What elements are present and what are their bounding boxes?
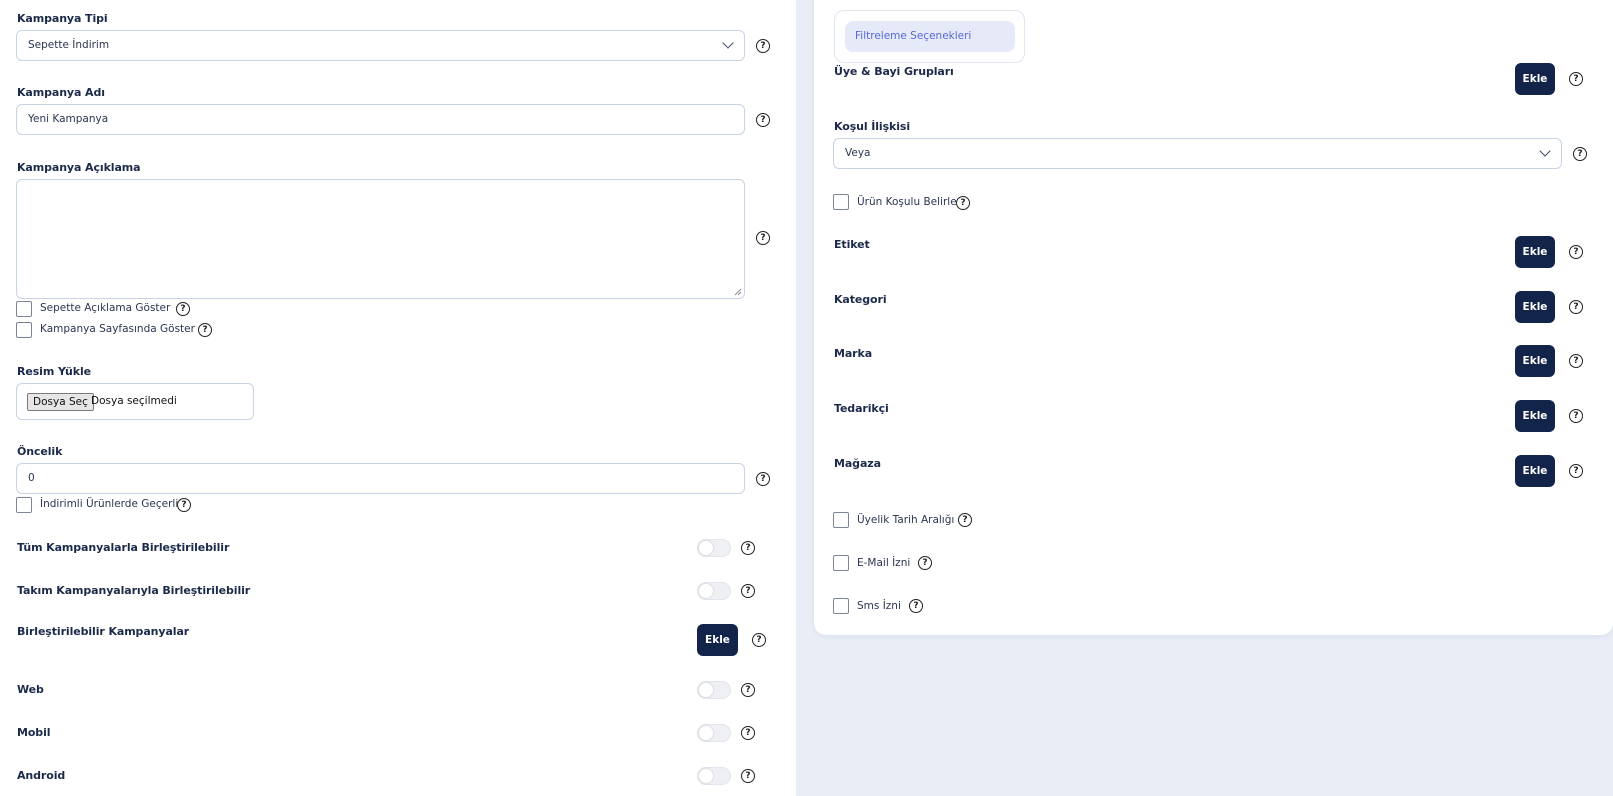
combinable-team-label: Takım Kampanyalarıyla Birleştirilebilir	[17, 584, 251, 597]
combinable-all-toggle[interactable]	[697, 539, 731, 557]
mobile-toggle[interactable]	[697, 724, 731, 742]
image-upload-label: Resim Yükle	[17, 365, 91, 378]
store-label: Mağaza	[834, 457, 881, 470]
combinable-team-toggle[interactable]	[697, 582, 731, 600]
add-tag-button[interactable]: Ekle	[1515, 236, 1555, 268]
tag-label: Etiket	[834, 238, 870, 251]
brand-label: Marka	[834, 347, 873, 360]
help-icon[interactable]: ?	[909, 599, 923, 613]
web-label: Web	[17, 683, 44, 696]
web-toggle[interactable]	[697, 681, 731, 699]
priority-label: Öncelik	[17, 445, 63, 458]
help-icon[interactable]: ?	[756, 113, 770, 127]
campaign-description-label: Kampanya Açıklama	[17, 161, 141, 174]
campaign-type-value: Sepette İndirim	[28, 39, 110, 51]
campaign-name-input[interactable]: Yeni Kampanya	[16, 104, 745, 135]
help-icon[interactable]: ?	[741, 726, 755, 740]
android-toggle[interactable]	[697, 767, 731, 785]
help-icon[interactable]: ?	[1573, 147, 1587, 161]
membership-date-range-label: Üyelik Tarih Aralığı	[857, 514, 955, 526]
chevron-down-icon	[1539, 145, 1551, 157]
sms-permission-checkbox[interactable]	[833, 598, 849, 614]
valid-on-discounted-checkbox[interactable]	[16, 497, 32, 513]
help-icon[interactable]: ?	[956, 196, 970, 210]
help-icon[interactable]: ?	[918, 556, 932, 570]
add-brand-button[interactable]: Ekle	[1515, 345, 1555, 377]
help-icon[interactable]: ?	[1569, 354, 1583, 368]
valid-on-discounted-label: İndirimli Ürünlerde Geçerli	[40, 498, 179, 510]
combinable-all-label: Tüm Kampanyalarla Birleştirilebilir	[17, 541, 230, 554]
filter-options-card	[814, 0, 1613, 635]
add-combinable-campaign-button[interactable]: Ekle	[697, 624, 738, 656]
help-icon[interactable]: ?	[1569, 409, 1583, 423]
show-on-campaign-page-checkbox[interactable]	[16, 322, 32, 338]
image-upload-field: Dosya Seç Dosya seçilmedi	[16, 383, 254, 420]
category-label: Kategori	[834, 293, 887, 306]
chevron-down-icon	[722, 37, 734, 49]
priority-value: 0	[28, 472, 35, 484]
help-icon[interactable]: ?	[177, 498, 191, 512]
condition-relation-label: Koşul İlişkisi	[834, 120, 911, 133]
file-status-text: Dosya seçilmedi	[91, 395, 177, 407]
show-description-in-cart-label: Sepette Açıklama Göster	[40, 302, 171, 314]
help-icon[interactable]: ?	[756, 231, 770, 245]
help-icon[interactable]: ?	[741, 541, 755, 555]
sms-permission-label: Sms İzni	[857, 600, 901, 612]
filter-tab-container: Filtreleme Seçenekleri	[834, 10, 1025, 63]
help-icon[interactable]: ?	[1569, 300, 1583, 314]
condition-relation-select[interactable]: Veya	[833, 138, 1562, 169]
resize-handle-icon[interactable]	[734, 288, 742, 296]
email-permission-checkbox[interactable]	[833, 555, 849, 571]
supplier-label: Tedarikçi	[834, 402, 889, 415]
android-label: Android	[17, 769, 66, 782]
add-supplier-button[interactable]: Ekle	[1515, 400, 1555, 432]
mobile-label: Mobil	[17, 726, 51, 739]
help-icon[interactable]: ?	[1569, 464, 1583, 478]
campaign-description-textarea[interactable]	[16, 179, 745, 299]
help-icon[interactable]: ?	[1569, 245, 1583, 259]
help-icon[interactable]: ?	[756, 472, 770, 486]
add-store-button[interactable]: Ekle	[1515, 455, 1555, 487]
condition-relation-value: Veya	[845, 147, 871, 159]
campaign-name-value: Yeni Kampanya	[28, 113, 109, 125]
priority-input[interactable]: 0	[16, 463, 745, 494]
product-condition-label: Ürün Koşulu Belirle	[857, 196, 957, 208]
help-icon[interactable]: ?	[741, 683, 755, 697]
email-permission-label: E-Mail İzni	[857, 557, 911, 569]
campaign-name-label: Kampanya Adı	[17, 86, 105, 99]
help-icon[interactable]: ?	[756, 39, 770, 53]
show-on-campaign-page-label: Kampanya Sayfasında Göster	[40, 323, 195, 335]
help-icon[interactable]: ?	[176, 302, 190, 316]
choose-file-button[interactable]: Dosya Seç	[27, 393, 94, 411]
membership-date-range-checkbox[interactable]	[833, 512, 849, 528]
help-icon[interactable]: ?	[741, 769, 755, 783]
add-member-group-button[interactable]: Ekle	[1515, 63, 1555, 95]
help-icon[interactable]: ?	[198, 323, 212, 337]
add-category-button[interactable]: Ekle	[1515, 291, 1555, 323]
member-groups-label: Üye & Bayi Grupları	[834, 65, 954, 78]
show-description-in-cart-checkbox[interactable]	[16, 301, 32, 317]
campaign-type-label: Kampanya Tipi	[17, 12, 108, 25]
tab-filter-options[interactable]: Filtreleme Seçenekleri	[845, 21, 1015, 52]
product-condition-checkbox[interactable]	[833, 194, 849, 210]
help-icon[interactable]: ?	[1569, 72, 1583, 86]
combinable-campaigns-label: Birleştirilebilir Kampanyalar	[17, 625, 190, 638]
campaign-type-select[interactable]: Sepette İndirim	[16, 30, 745, 61]
help-icon[interactable]: ?	[752, 633, 766, 647]
help-icon[interactable]: ?	[741, 584, 755, 598]
help-icon[interactable]: ?	[958, 513, 972, 527]
